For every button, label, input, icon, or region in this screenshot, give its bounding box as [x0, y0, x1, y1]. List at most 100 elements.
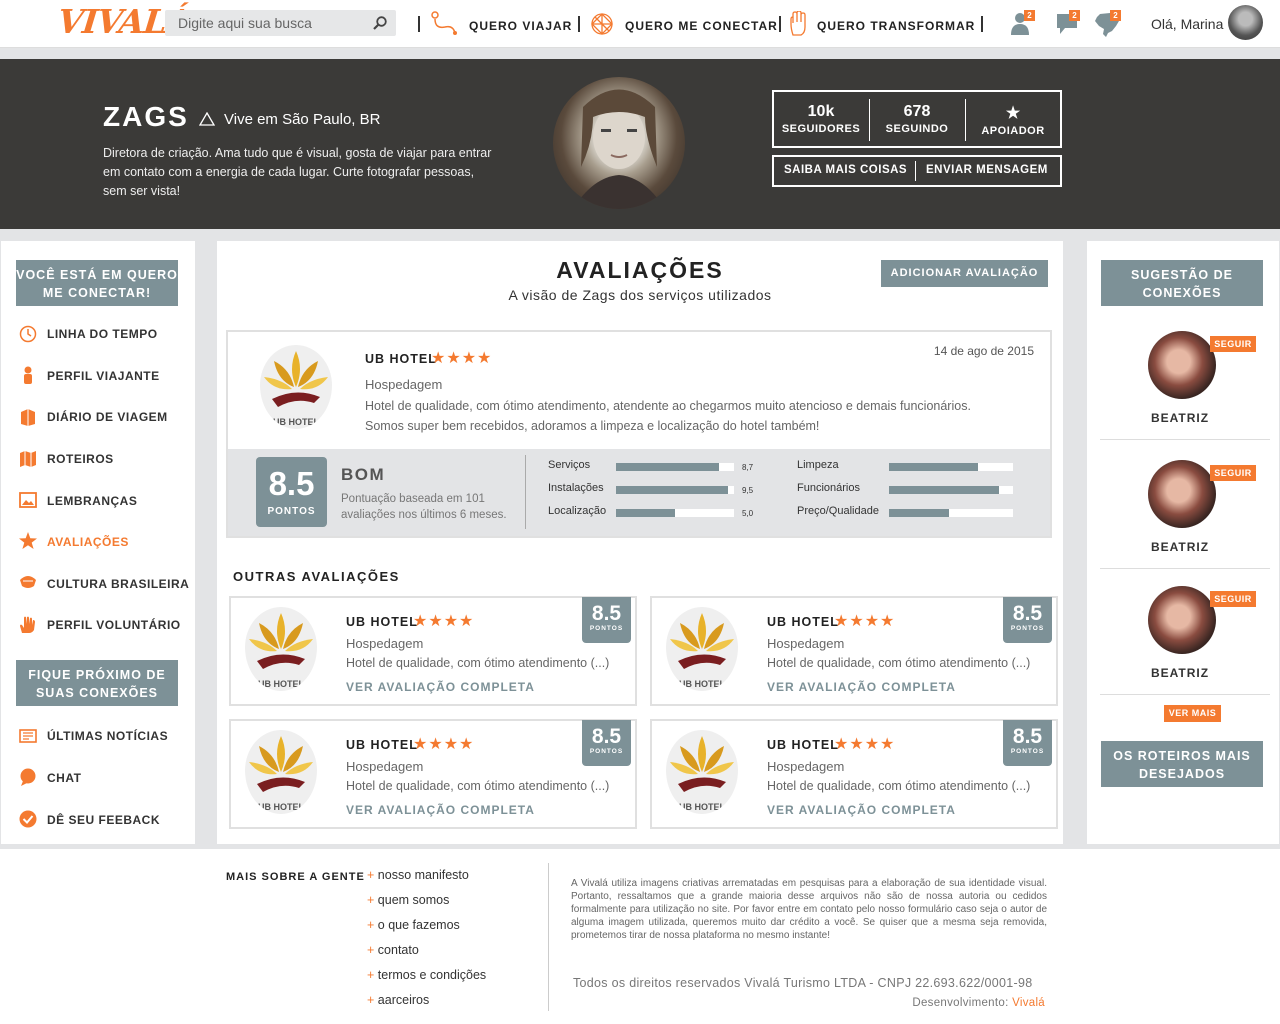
sidebar-item-brazilian-culture[interactable]: CULTURA BRASILEIRA: [47, 577, 189, 591]
sidebar-item-traveler-profile[interactable]: PERFIL VIAJANTE: [47, 369, 160, 383]
send-message-button[interactable]: ENVIAR MENSAGEM: [926, 164, 1048, 176]
followers-label: SEGUIDORES: [781, 123, 861, 135]
rating-bar-value: 5,0: [742, 509, 754, 518]
footer-link-label: nosso manifesto: [377, 868, 469, 882]
view-full-review-link[interactable]: VER AVALIAÇÃO COMPLETA: [767, 680, 956, 694]
notification-badge: 2: [1069, 10, 1080, 21]
sidebar-item-feedback[interactable]: DÊ SEU FEEBACK: [47, 813, 160, 827]
hotel-name: UB HOTEL: [767, 615, 839, 629]
score-value: 8.5: [268, 465, 315, 502]
see-more-button[interactable]: VER MAIS: [1164, 705, 1221, 722]
footer-link[interactable]: + termos e condições: [367, 968, 486, 982]
sidebar-item-chat[interactable]: CHAT: [47, 771, 81, 785]
footer-link[interactable]: + quem somos: [367, 893, 449, 907]
rating-summary: 8.5 PONTOS BOM Pontuação baseada em 101 …: [228, 449, 1050, 536]
footer: MAIS SOBRE A GENTE + nosso manifesto + qu…: [0, 849, 1280, 1024]
add-review-button[interactable]: ADICIONAR AVALIAÇÃO: [881, 260, 1048, 287]
suggestion-name[interactable]: BEATRIZ: [1100, 666, 1260, 680]
search-icon[interactable]: [372, 15, 388, 31]
hotel-category: Hospedagem: [767, 759, 845, 774]
suggestion-avatar[interactable]: [1148, 586, 1216, 654]
sidebar-item-reviews[interactable]: AVALIAÇÕES: [47, 535, 129, 549]
follow-button[interactable]: SEGUIR: [1210, 591, 1256, 607]
rating-bar-row: Preço/Qualidade: [797, 505, 879, 517]
sidebar-item-souvenirs[interactable]: LEMBRANÇAS: [47, 494, 137, 508]
score-badge: 8.5 PONTOS: [1003, 597, 1052, 643]
footer-link-label: aarceiros: [377, 993, 430, 1007]
rating-bar-track: [889, 486, 1013, 494]
rating-bar-track: [616, 486, 734, 494]
rating-bar-fill: [616, 509, 675, 517]
following-count: 678: [903, 103, 931, 120]
location-triangle-icon: [199, 112, 215, 126]
top-bar: VIVALÁ Digite aqui sua busca QUERO VIAJA…: [0, 0, 1280, 48]
nav-divider: [418, 16, 420, 32]
developer-link[interactable]: Vivalá: [1012, 997, 1045, 1009]
review-card[interactable]: UB HOTEL UB HOTEL ★★★★ Hospedagem Hotel de q…: [650, 719, 1058, 829]
hotel-stars: ★★★★: [413, 613, 475, 630]
other-reviews-title: OUTRAS AVALIAÇÕES: [233, 569, 400, 584]
page-subtitle: A visão de Zags dos serviços utilizados: [508, 287, 772, 303]
footer-image-note: A Vivalá utiliza imagens criativas arrem…: [571, 878, 1047, 941]
sidebar-item-travel-diary[interactable]: DIÁRIO DE VIAGEM: [47, 410, 168, 424]
rating-bar-label: Instalações: [548, 482, 604, 494]
footer-link[interactable]: + aarceiros: [367, 993, 429, 1007]
nav-quero-viajar[interactable]: QUERO VIAJAR: [469, 19, 572, 33]
score-value: 8.5: [1012, 602, 1043, 625]
review-card[interactable]: UB HOTEL UB HOTEL ★★★★ Hospedagem Hotel de q…: [229, 719, 637, 829]
more-info-button[interactable]: SAIBA MAIS COISAS: [784, 164, 907, 176]
nav-divider: [578, 16, 580, 32]
route-icon: [431, 11, 457, 35]
suggestion-name[interactable]: BEATRIZ: [1100, 540, 1260, 554]
supporter-star-icon: ★: [1005, 105, 1021, 122]
footer-link[interactable]: + contato: [367, 943, 419, 957]
followers-stat[interactable]: 10k SEGUIDORES: [774, 92, 868, 146]
view-full-review-link[interactable]: VER AVALIAÇÃO COMPLETA: [346, 803, 535, 817]
sidebar-item-volunteer-profile[interactable]: PERFIL VOLUNTÁRIO: [47, 618, 181, 632]
review-card[interactable]: UB HOTEL UB HOTEL ★★★★ Hospedagem Hotel de q…: [650, 596, 1058, 706]
rating-bar-fill: [616, 486, 729, 494]
suggestion-name[interactable]: BEATRIZ: [1100, 411, 1260, 425]
rating-bar-fill: [889, 486, 1000, 494]
nav-quero-transformar[interactable]: QUERO TRANSFORMAR: [817, 19, 975, 33]
book-icon: [21, 409, 35, 426]
footer-link-label: contato: [377, 943, 419, 957]
suggestion-avatar[interactable]: [1148, 460, 1216, 528]
view-full-review-link[interactable]: VER AVALIAÇÃO COMPLETA: [767, 803, 956, 817]
profile-actions: SAIBA MAIS COISAS ENVIAR MENSAGEM: [772, 155, 1062, 187]
check-icon: [19, 810, 37, 828]
notification-badge: 2: [1110, 10, 1121, 21]
rating-description: Pontuação baseada em 101 avaliações nos …: [341, 493, 507, 521]
sidebar-item-routes[interactable]: ROTEIROS: [47, 452, 114, 466]
top-routes-button[interactable]: OS ROTEIROS MAIS DESEJADOS: [1101, 741, 1263, 787]
footer-link[interactable]: + o que fazemos: [367, 918, 460, 932]
sidebar-item-timeline[interactable]: LINHA DO TEMPO: [47, 327, 158, 341]
follow-button[interactable]: SEGUIR: [1210, 336, 1256, 352]
rating-bar-value: 8,7: [742, 463, 754, 472]
sidebar-item-latest-news[interactable]: ÚLTIMAS NOTÍCIAS: [47, 729, 168, 743]
hotel-name: UB HOTEL: [346, 615, 418, 629]
review-excerpt: Hotel de qualidade, com ótimo atendiment…: [346, 779, 610, 793]
following-stat[interactable]: 678 SEGUINDO: [870, 92, 964, 146]
suggestion-avatar[interactable]: [1148, 331, 1216, 399]
search-input[interactable]: Digite aqui sua busca: [165, 10, 396, 36]
profile-name: ZAGS: [103, 101, 189, 132]
notification-badge: 2: [1024, 10, 1035, 21]
news-icon: [19, 729, 37, 743]
plus-icon: +: [367, 918, 375, 932]
profile-photo: [553, 77, 685, 209]
svg-text:UB HOTEL: UB HOTEL: [679, 802, 726, 812]
footer-about-title: MAIS SOBRE A GENTE: [226, 871, 365, 883]
user-avatar[interactable]: [1228, 5, 1263, 40]
nav-quero-me-conectar[interactable]: QUERO ME CONECTAR: [625, 19, 778, 33]
hotel-logo: UB HOTEL: [260, 345, 332, 429]
rating-bar-label: Serviços: [548, 459, 591, 471]
follow-button[interactable]: SEGUIR: [1210, 465, 1256, 481]
review-excerpt: Hotel de qualidade, com ótimo atendiment…: [346, 656, 610, 670]
profile-bio: Diretora de criação. Ama tudo que é visu…: [103, 146, 492, 198]
review-card[interactable]: UB HOTEL UB HOTEL ★★★★ Hospedagem Hotel de q…: [229, 596, 637, 706]
footer-link[interactable]: + nosso manifesto: [367, 868, 469, 882]
supporter-stat[interactable]: ★ APOIADOR: [966, 92, 1060, 146]
view-full-review-link[interactable]: VER AVALIAÇÃO COMPLETA: [346, 680, 535, 694]
hotel-stars: ★★★★: [431, 350, 493, 367]
